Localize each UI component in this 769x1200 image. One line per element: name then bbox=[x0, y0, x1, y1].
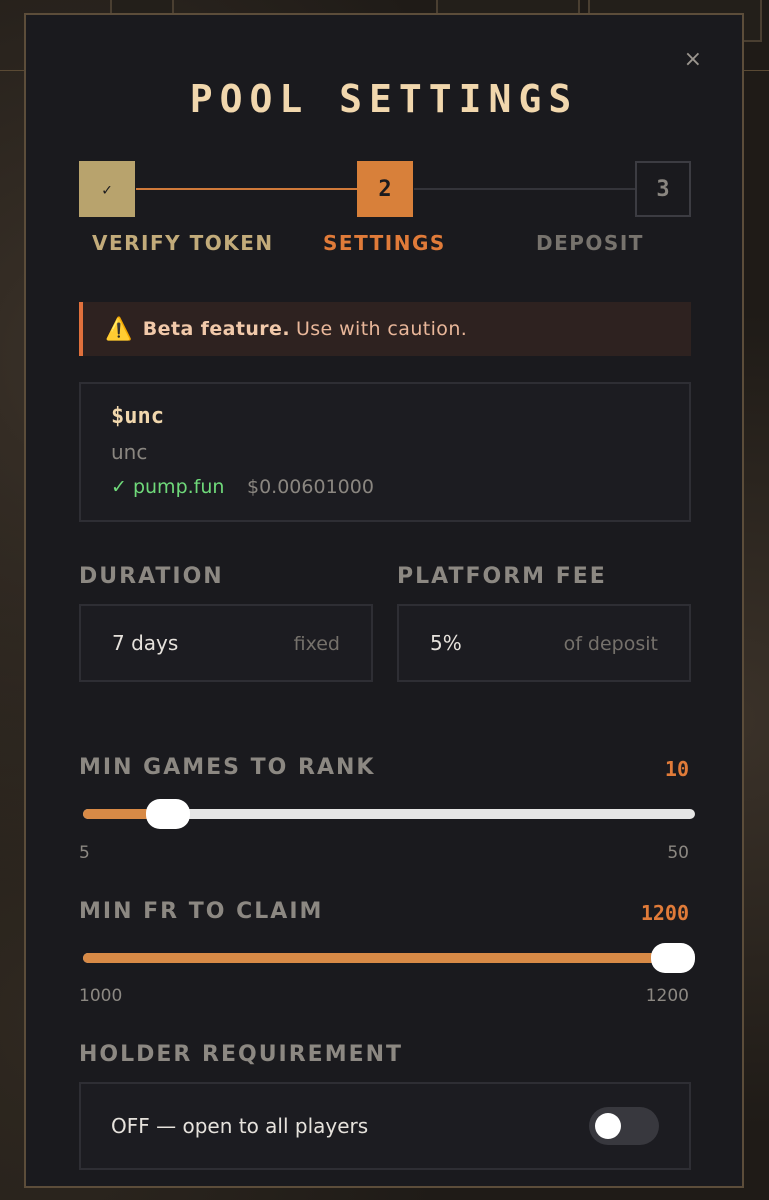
holder-requirement-toggle[interactable] bbox=[589, 1107, 659, 1145]
min-fr-value: 1200 bbox=[640, 901, 689, 925]
holder-requirement-label: HOLDER REQUIREMENT bbox=[79, 1042, 404, 1067]
step-3-badge: 3 bbox=[635, 161, 691, 217]
min-games-slider[interactable] bbox=[83, 799, 695, 829]
step-1-check-icon: ✓ bbox=[79, 161, 135, 217]
min-games-slider-thumb[interactable] bbox=[146, 799, 191, 829]
platform-fee-suffix: of deposit bbox=[563, 633, 658, 655]
min-games-min: 5 bbox=[79, 843, 90, 863]
token-platform-verified: ✓ pump.fun bbox=[111, 476, 225, 498]
pool-settings-modal: × POOL SETTINGS ✓ 2 3 VERIFY TOKEN SETTI… bbox=[24, 13, 744, 1188]
beta-warning-banner: ⚠️ Beta feature. Use with caution. bbox=[79, 302, 691, 356]
step-label-deposit: DEPOSIT bbox=[536, 231, 644, 255]
duration-suffix: fixed bbox=[293, 633, 340, 655]
step-2-badge: 2 bbox=[357, 161, 413, 217]
duration-field: 7 days fixed bbox=[79, 604, 373, 682]
min-fr-min: 1000 bbox=[79, 986, 123, 1006]
duration-label: DURATION bbox=[79, 564, 224, 589]
token-price: $0.00601000 bbox=[247, 476, 374, 498]
token-symbol: $unc bbox=[111, 404, 164, 429]
step-label-settings: SETTINGS bbox=[323, 231, 446, 255]
min-fr-label: MIN FR TO CLAIM bbox=[79, 899, 324, 924]
stepper-line-done bbox=[136, 188, 358, 190]
min-games-max: 50 bbox=[667, 843, 689, 863]
duration-value: 7 days bbox=[112, 631, 179, 655]
close-icon[interactable]: × bbox=[684, 49, 702, 71]
modal-title: POOL SETTINGS bbox=[189, 77, 579, 121]
min-fr-max: 1200 bbox=[645, 986, 689, 1006]
warning-icon: ⚠️ bbox=[105, 316, 133, 342]
min-games-label: MIN GAMES TO RANK bbox=[79, 755, 376, 780]
token-name: unc bbox=[111, 440, 148, 464]
token-card: $unc unc ✓ pump.fun $0.00601000 bbox=[79, 382, 691, 522]
toggle-knob bbox=[595, 1113, 621, 1139]
min-fr-slider-fill bbox=[83, 953, 673, 963]
holder-requirement-text: OFF — open to all players bbox=[111, 1114, 369, 1138]
min-fr-slider[interactable] bbox=[83, 943, 695, 973]
min-games-value: 10 bbox=[664, 757, 689, 781]
platform-fee-value: 5% bbox=[430, 631, 462, 655]
platform-fee-field: 5% of deposit bbox=[397, 604, 691, 682]
platform-fee-label: PLATFORM FEE bbox=[397, 564, 607, 589]
min-fr-slider-thumb[interactable] bbox=[651, 943, 695, 973]
stepper-line-pending bbox=[414, 188, 636, 190]
step-label-verify-token: VERIFY TOKEN bbox=[92, 231, 274, 255]
warning-text: Use with caution. bbox=[295, 318, 468, 340]
warning-bold-text: Beta feature. bbox=[142, 318, 290, 340]
holder-requirement-field: OFF — open to all players bbox=[79, 1082, 691, 1170]
